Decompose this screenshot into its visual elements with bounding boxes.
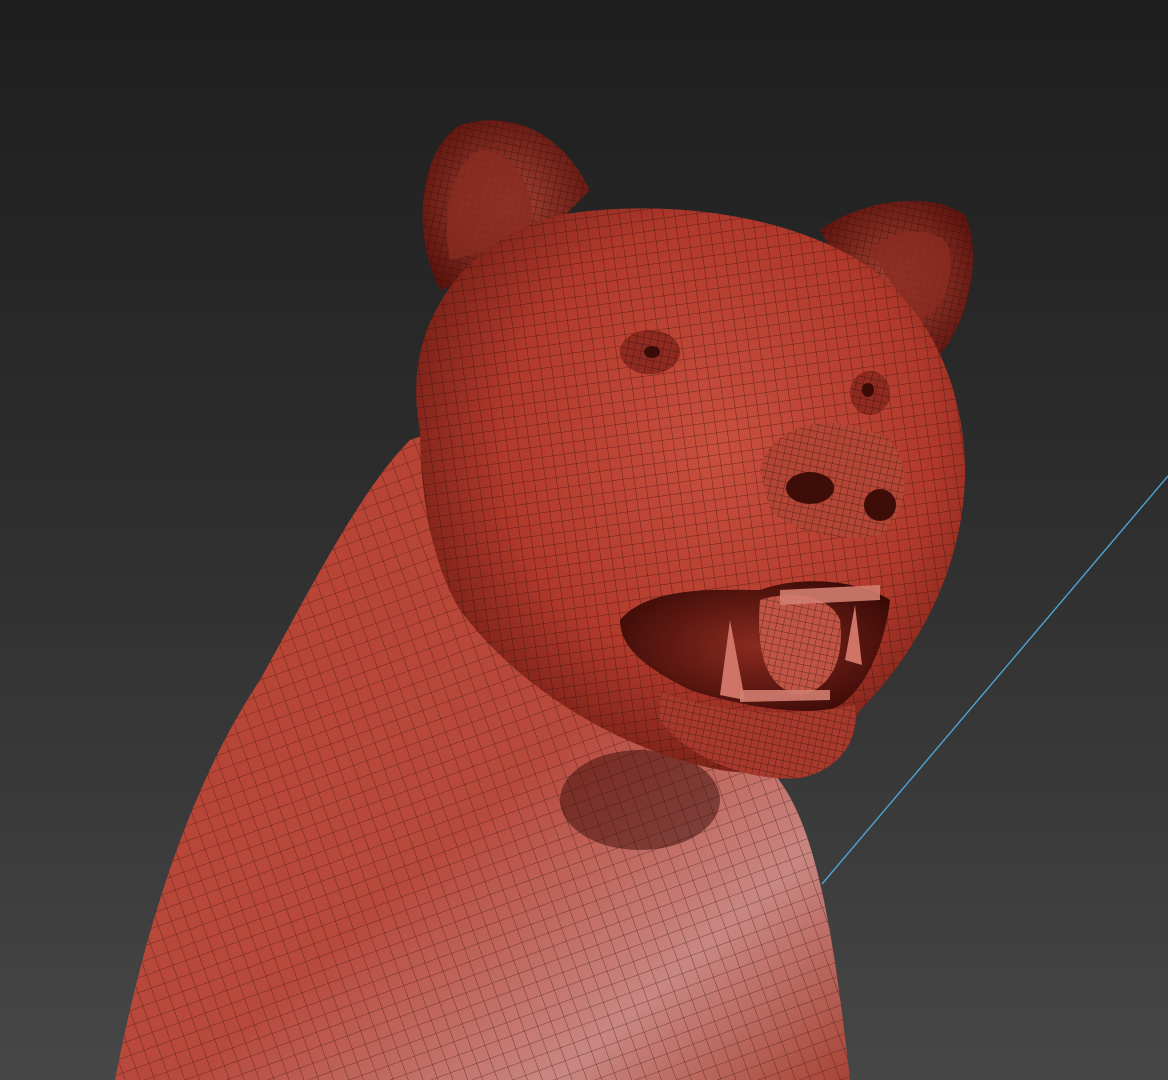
left-eye — [620, 330, 680, 374]
3d-viewport[interactable] — [0, 0, 1168, 1080]
right-eye — [850, 371, 890, 415]
viewport-canvas — [115, 120, 1168, 1080]
